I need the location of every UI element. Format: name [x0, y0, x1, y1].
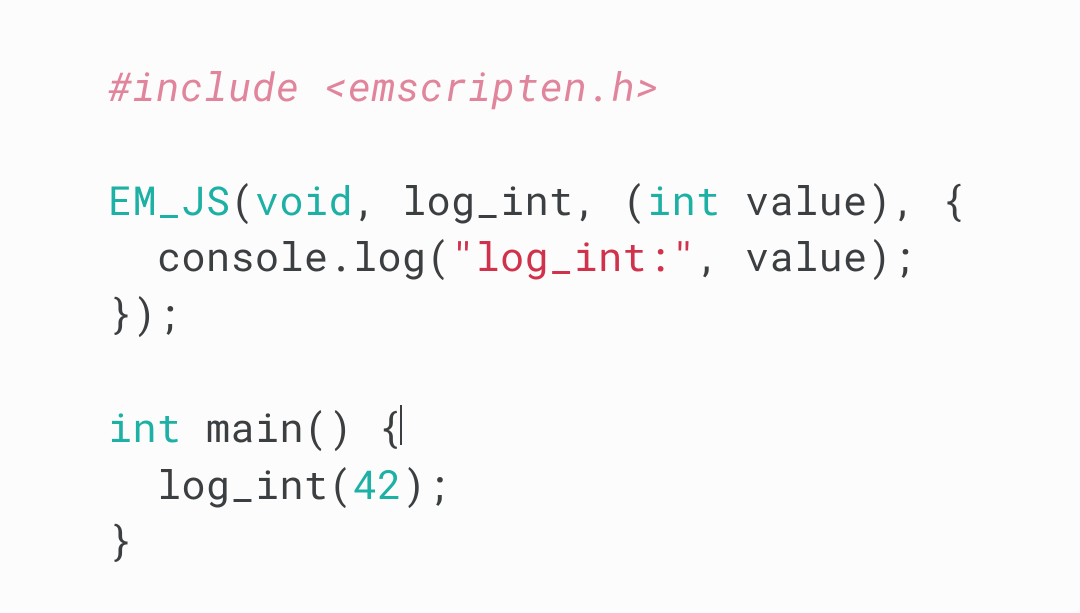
macro-name: EM_JS [108, 173, 231, 226]
text-cursor [400, 405, 402, 445]
code-text: } [108, 513, 133, 566]
code-text: , log_int, ( [353, 173, 647, 226]
code-text: log_int( [108, 457, 353, 510]
type-int: int [108, 400, 182, 453]
code-text: ( [231, 173, 256, 226]
code-text: }); [108, 286, 182, 339]
type-void: void [255, 173, 353, 226]
code-snippet: #include <emscripten.h> EM_JS(void, log_… [108, 58, 1080, 569]
code-text: , value); [696, 229, 917, 282]
string-literal: "log_int:" [451, 229, 696, 282]
code-text: main() { [182, 400, 403, 453]
code-text: ); [402, 457, 451, 510]
preprocessor-include: #include <emscripten.h> [108, 59, 659, 112]
code-text: console.log( [108, 229, 451, 282]
code-text: value), { [721, 173, 966, 226]
number-literal: 42 [353, 457, 402, 510]
type-int: int [647, 173, 721, 226]
